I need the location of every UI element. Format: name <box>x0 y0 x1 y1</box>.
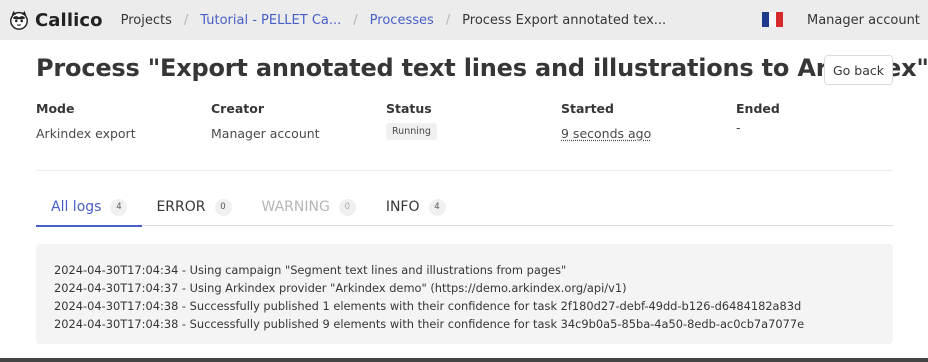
tab-warning-count: 0 <box>338 198 356 216</box>
top-navbar: Callico Projects / Tutorial - PELLET Ca.… <box>0 0 928 40</box>
ended-label: Ended <box>736 101 780 116</box>
breadcrumb: Projects / Tutorial - PELLET Ca... / Pro… <box>121 13 667 28</box>
info-creator: Creator Manager account <box>211 101 381 141</box>
status-label: Status <box>386 101 432 116</box>
brand-name: Callico <box>35 9 103 31</box>
divider <box>36 170 893 171</box>
breadcrumb-projects[interactable]: Projects <box>121 13 172 28</box>
status-badge: Running <box>386 123 437 140</box>
ended-value: - <box>736 120 741 135</box>
page-title: Process "Export annotated text lines and… <box>36 54 928 82</box>
started-value: 9 seconds ago <box>561 126 652 141</box>
log-line: 2024-04-30T17:04:37 - Using Arkindex pro… <box>54 281 627 295</box>
go-back-button[interactable]: Go back <box>824 55 893 85</box>
creator-label: Creator <box>211 101 264 116</box>
creator-value: Manager account <box>211 126 320 141</box>
info-status: Status Running <box>386 101 556 140</box>
started-label: Started <box>561 101 614 116</box>
callico-logo-icon <box>10 10 28 30</box>
brand-link[interactable]: Callico <box>8 9 103 31</box>
tab-all-logs-label: All logs <box>51 199 102 215</box>
mode-label: Mode <box>36 101 75 116</box>
log-output: 2024-04-30T17:04:34 - Using campaign "Se… <box>36 244 893 344</box>
info-mode: Mode Arkindex export <box>36 101 206 141</box>
tab-info-count: 4 <box>428 198 446 216</box>
breadcrumb-separator: / <box>353 12 358 28</box>
log-line: 2024-04-30T17:04:34 - Using campaign "Se… <box>54 263 567 277</box>
account-menu[interactable]: Manager account <box>807 0 928 40</box>
tab-info[interactable]: INFO 4 <box>371 188 461 226</box>
log-line: 2024-04-30T17:04:38 - Successfully publi… <box>54 299 802 313</box>
tab-warning: WARNING 0 <box>247 188 371 226</box>
bottom-edge <box>0 358 928 362</box>
breadcrumb-current: Process Export annotated tex... <box>462 12 667 28</box>
tab-all-logs[interactable]: All logs 4 <box>36 188 143 227</box>
info-ended: Ended - <box>736 101 906 135</box>
french-flag-icon[interactable] <box>762 12 783 27</box>
info-started: Started 9 seconds ago <box>561 101 731 141</box>
account-label: Manager account <box>807 12 920 28</box>
tab-all-logs-count: 4 <box>110 198 128 216</box>
breadcrumb-separator: / <box>183 12 189 28</box>
tab-error[interactable]: ERROR 0 <box>142 188 246 226</box>
tab-warning-label: WARNING <box>261 199 330 215</box>
breadcrumb-project[interactable]: Tutorial - PELLET Ca... <box>200 13 341 28</box>
tab-info-label: INFO <box>385 199 420 215</box>
mode-value: Arkindex export <box>36 126 136 141</box>
log-tabs: All logs 4 ERROR 0 WARNING 0 INFO 4 <box>36 188 893 227</box>
breadcrumb-processes[interactable]: Processes <box>370 13 434 28</box>
log-line: 2024-04-30T17:04:38 - Successfully publi… <box>54 317 805 331</box>
tab-error-label: ERROR <box>156 199 206 215</box>
tab-error-count: 0 <box>214 198 232 216</box>
breadcrumb-separator: / <box>445 12 451 28</box>
